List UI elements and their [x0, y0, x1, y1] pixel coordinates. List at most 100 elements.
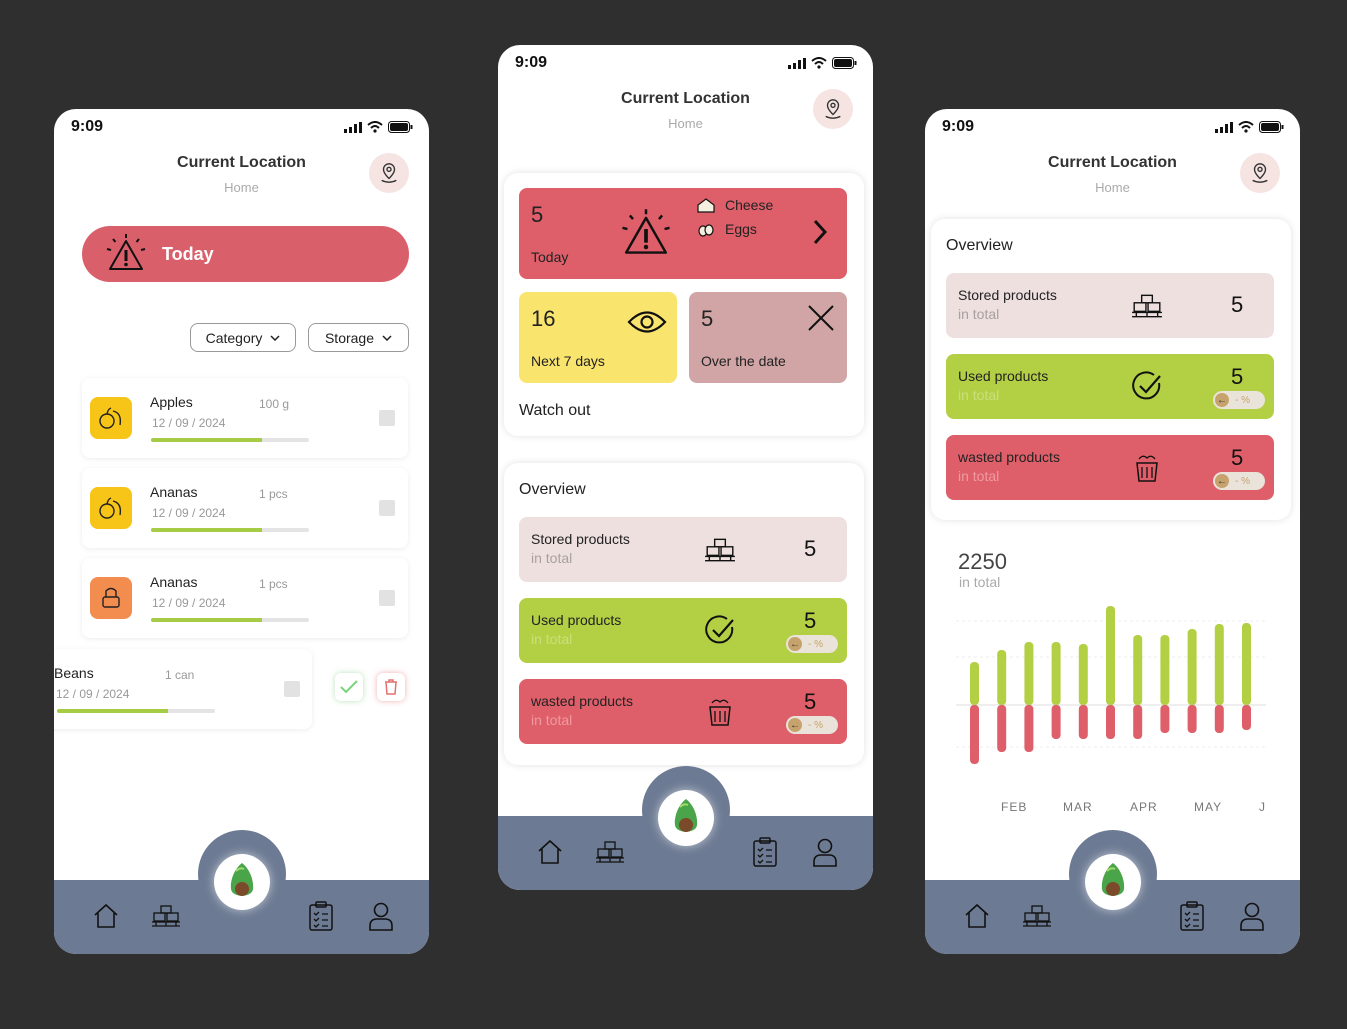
item-quantity: 100 g	[259, 397, 290, 411]
used-bar	[1242, 623, 1251, 705]
arrow-left-icon: ←	[788, 718, 802, 732]
trash-bin-icon	[703, 695, 737, 729]
battery-icon	[832, 57, 857, 69]
location-button[interactable]	[369, 153, 409, 193]
wasted-bar	[1024, 705, 1034, 752]
stored-products-card[interactable]: Stored products in total 5	[946, 273, 1274, 338]
product-item[interactable]: Ananas 1 pcs 12 / 09 / 2024	[82, 468, 408, 548]
card-name: Stored products	[958, 287, 1057, 303]
phone-middle: 9:09 Current Location Home 5 Today Chees…	[498, 45, 873, 890]
item-date: 12 / 09 / 2024	[152, 506, 226, 520]
overview-title: Overview	[946, 237, 1013, 254]
storage-filter[interactable]: Storage	[308, 323, 409, 352]
nav-checklist[interactable]	[749, 836, 781, 868]
signal-icon	[788, 57, 806, 69]
nav-checklist[interactable]	[1176, 900, 1208, 932]
status-icons	[344, 121, 413, 133]
nav-checklist[interactable]	[305, 900, 337, 932]
nav-storage[interactable]	[150, 900, 182, 932]
used-products-card[interactable]: Used products in total 5 ← - %	[946, 354, 1274, 419]
next-7-days-label: Next 7 days	[531, 353, 605, 369]
arrow-left-icon: ←	[1215, 474, 1229, 488]
next-7-days-count: 16	[531, 306, 556, 331]
wasted-bar	[970, 705, 979, 764]
freshness-bar	[151, 528, 309, 532]
pallet-boxes-icon	[703, 533, 737, 567]
nav-home[interactable]	[90, 900, 122, 932]
product-item[interactable]: Apples 100 g 12 / 09 / 2024	[82, 378, 408, 458]
bakery-icon	[90, 577, 132, 619]
signal-icon	[344, 121, 362, 133]
wasted-products-card[interactable]: wasted products in total 5 ← - %	[519, 679, 847, 744]
wasted-products-card[interactable]: wasted products in total 5 ← - %	[946, 435, 1274, 500]
today-banner[interactable]: Today	[82, 226, 409, 282]
used-products-card[interactable]: Used products in total 5 ← - %	[519, 598, 847, 663]
watch-out-label: Watch out	[519, 402, 591, 419]
status-time: 9:09	[71, 118, 104, 135]
wasted-bar	[997, 705, 1007, 752]
arrow-left-icon: ←	[788, 637, 802, 651]
card-value: 5	[1231, 292, 1244, 317]
item-checkbox[interactable]	[379, 500, 395, 516]
pallet-boxes-icon	[1023, 905, 1051, 927]
card-sub: in total	[958, 387, 1000, 403]
nav-home[interactable]	[961, 900, 993, 932]
used-bar	[1051, 642, 1061, 705]
eggs-icon	[698, 224, 714, 237]
today-item-cheese: Cheese	[725, 197, 774, 213]
item-date: 12 / 09 / 2024	[152, 416, 226, 430]
item-name: Ananas	[150, 484, 198, 500]
percent-pill: ← - %	[1213, 472, 1265, 490]
category-filter[interactable]: Category	[190, 323, 296, 352]
avocado-icon	[1101, 863, 1124, 896]
nav-profile[interactable]	[1236, 900, 1268, 932]
home-icon	[538, 839, 562, 864]
month-label: MAY	[1194, 800, 1223, 814]
card-value: 5	[1231, 364, 1244, 389]
nav-profile[interactable]	[809, 836, 841, 868]
clipboard-list-icon	[309, 901, 333, 931]
fruits-icon	[90, 397, 132, 439]
item-checkbox[interactable]	[379, 590, 395, 606]
user-icon	[813, 838, 837, 867]
avocado-icon	[674, 799, 697, 832]
used-bar	[1160, 635, 1170, 705]
nav-avocado-button[interactable]	[657, 790, 714, 846]
next-7-days-tile[interactable]: 16 Next 7 days	[519, 292, 677, 383]
freshness-bar-fill	[151, 438, 262, 442]
status-time: 9:09	[515, 54, 548, 71]
waste-chart-panel: 2250 in total FEB MAR APR MAY J	[931, 537, 1291, 837]
delete-button[interactable]	[377, 673, 405, 701]
card-sub: in total	[531, 631, 573, 647]
item-quantity: 1 pcs	[259, 487, 288, 501]
nav-avocado-button[interactable]	[1084, 854, 1141, 910]
item-checkbox[interactable]	[379, 410, 395, 426]
percent-pill: ← - %	[1213, 391, 1265, 409]
overview-panel: Overview Stored products in total 5 Used…	[504, 463, 864, 765]
item-name: Beans	[54, 665, 94, 681]
nav-profile[interactable]	[365, 900, 397, 932]
card-name: Stored products	[531, 531, 630, 547]
location-button[interactable]	[813, 89, 853, 129]
card-sub: in total	[531, 712, 573, 728]
nav-storage[interactable]	[594, 836, 626, 868]
wasted-bar	[1160, 705, 1170, 733]
swiped-product-item[interactable]: Beans 1 can 12 / 09 / 2024	[54, 649, 312, 729]
battery-icon	[388, 121, 413, 133]
stored-products-card[interactable]: Stored products in total 5	[519, 517, 847, 582]
chevron-down-icon	[270, 334, 280, 341]
card-value: 5	[804, 536, 817, 561]
chevron-right-icon[interactable]	[813, 219, 827, 245]
nav-home[interactable]	[534, 836, 566, 868]
over-the-date-tile[interactable]: 5 Over the date	[689, 292, 847, 383]
used-bar	[970, 662, 979, 705]
item-checkbox[interactable]	[284, 681, 300, 697]
percent-text: - %	[1235, 475, 1250, 487]
nav-storage[interactable]	[1021, 900, 1053, 932]
today-tile[interactable]: 5 Today Cheese Eggs	[519, 188, 847, 279]
status-icons	[788, 57, 857, 69]
product-item[interactable]: Ananas 1 pcs 12 / 09 / 2024	[82, 558, 408, 638]
mark-used-button[interactable]	[335, 673, 363, 701]
nav-avocado-button[interactable]	[213, 854, 270, 910]
location-button[interactable]	[1240, 153, 1280, 193]
